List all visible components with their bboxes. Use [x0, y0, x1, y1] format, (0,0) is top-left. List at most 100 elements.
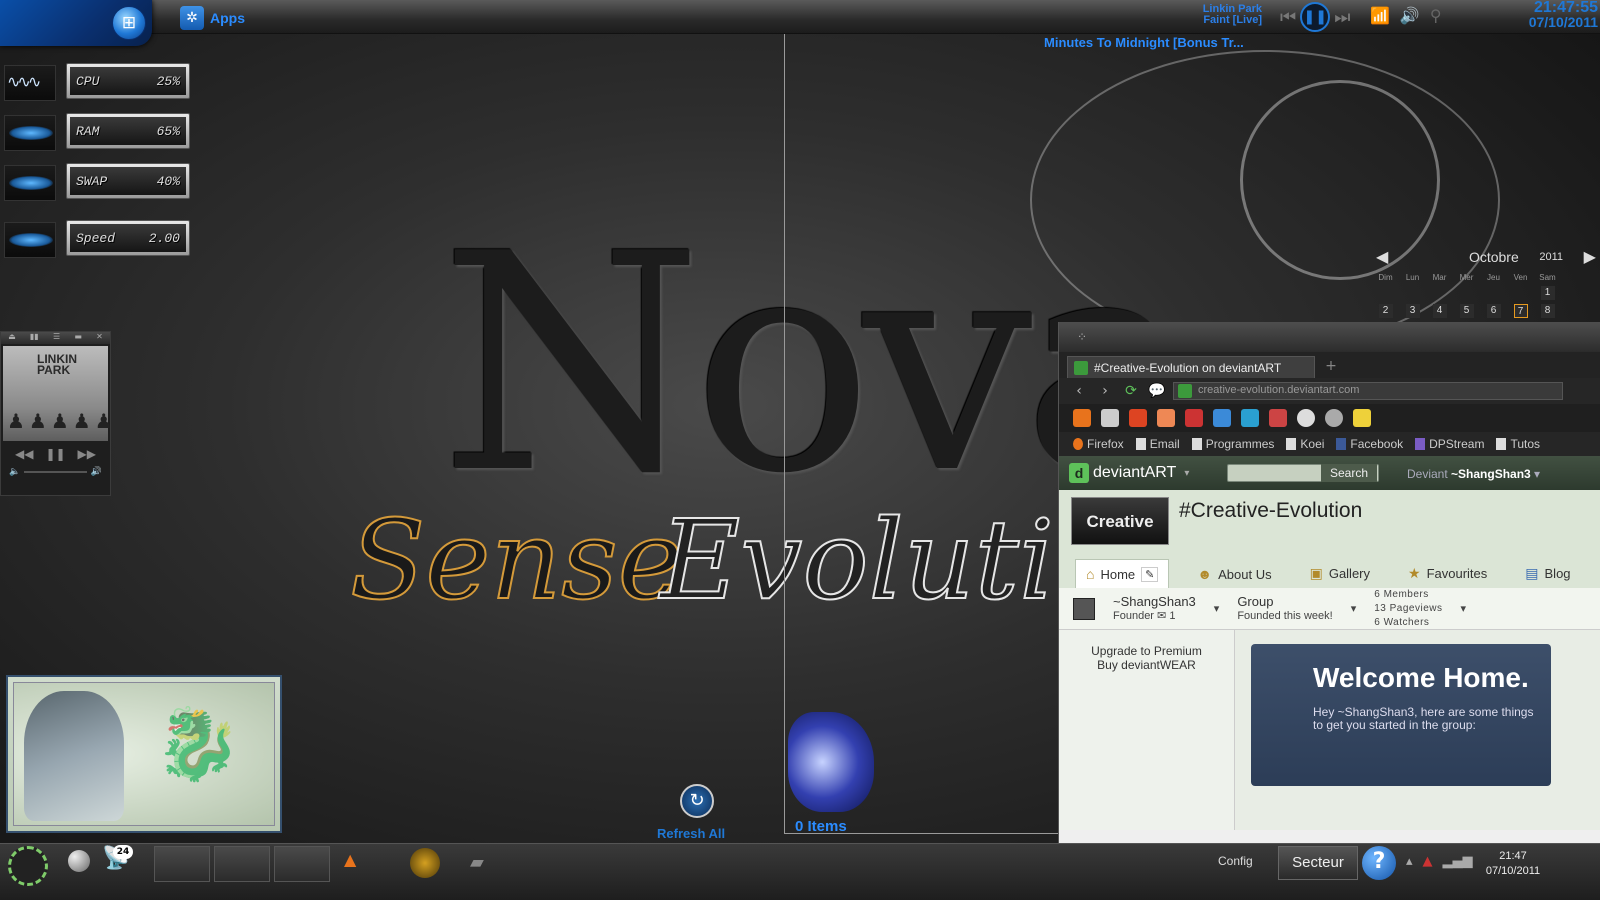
- chat-icon[interactable]: 💬: [1147, 383, 1167, 399]
- eject-icon[interactable]: ⏏: [8, 332, 16, 344]
- refresh-icon[interactable]: ↻: [680, 784, 714, 818]
- window-preview-thumbnail[interactable]: 🐉: [6, 675, 282, 833]
- browser-titlebar[interactable]: ⁘: [1059, 322, 1600, 352]
- tab-blog[interactable]: ▤ Blog: [1515, 559, 1580, 588]
- search-button[interactable]: Search: [1321, 464, 1377, 482]
- minimize-icon[interactable]: ▬: [74, 332, 82, 344]
- user-menu[interactable]: Deviant ~ShangShan3 ▾: [1407, 467, 1540, 481]
- edit-pencil-icon[interactable]: ✎: [1141, 566, 1159, 582]
- bookmark-icon[interactable]: [1185, 409, 1203, 427]
- chevron-down-icon[interactable]: ▾: [1461, 602, 1467, 615]
- avatar[interactable]: [1073, 597, 1095, 620]
- recycle-bin-label[interactable]: 0 Items: [795, 818, 847, 835]
- forward-icon[interactable]: ›: [1095, 383, 1115, 399]
- taskbar-firefox-group[interactable]: [154, 846, 210, 882]
- top-clock-date: 07/10/2011: [1528, 14, 1598, 30]
- config-button[interactable]: Config: [1218, 854, 1253, 868]
- taskbar-clock[interactable]: 21:47 07/10/2011: [1478, 849, 1548, 879]
- deviantart-logo[interactable]: d deviantART: [1069, 463, 1176, 483]
- windows-logo-icon[interactable]: ⊞: [112, 6, 146, 40]
- adblock-icon[interactable]: [1129, 409, 1147, 427]
- calendar-day[interactable]: 3: [1405, 304, 1420, 318]
- pause-button[interactable]: ❚❚: [1300, 2, 1331, 32]
- forward-icon[interactable]: ▶▶: [78, 447, 96, 461]
- now-playing-song: Faint [Live]: [1203, 14, 1262, 26]
- previous-track-icon[interactable]: ⏮: [1280, 7, 1296, 28]
- rss-feed-icon[interactable]: [1101, 409, 1119, 427]
- usb-icon[interactable]: ⚲: [1430, 6, 1442, 25]
- taskbar-tools-group[interactable]: [274, 846, 330, 882]
- palette-icon[interactable]: [1297, 409, 1315, 427]
- bookmark-tutos[interactable]: Tutos: [1496, 437, 1540, 451]
- orb-icon[interactable]: [68, 850, 90, 872]
- chevron-down-icon[interactable]: ▾: [1184, 468, 1189, 479]
- tab-gallery[interactable]: ▣ Gallery: [1300, 559, 1380, 588]
- rss-icon[interactable]: [1073, 409, 1091, 427]
- calendar-day[interactable]: 2: [1378, 304, 1393, 318]
- recycle-bin-icon[interactable]: [788, 712, 874, 812]
- upgrade-premium-link[interactable]: Upgrade to Premium: [1059, 644, 1234, 658]
- vlc-icon[interactable]: ▲: [344, 850, 356, 886]
- url-bar[interactable]: creative-evolution.deviantart.com: [1173, 382, 1563, 400]
- bookmark-facebook[interactable]: Facebook: [1336, 437, 1403, 451]
- apps-button[interactable]: ✲ Apps: [180, 5, 245, 31]
- calendar-day[interactable]: 4: [1432, 304, 1447, 318]
- group-logo[interactable]: Creative: [1071, 497, 1169, 545]
- group-header: Creative #Creative-Evolution: [1059, 490, 1600, 552]
- refresh-all-label[interactable]: Refresh All: [657, 826, 725, 841]
- chevron-down-icon[interactable]: ▾: [1214, 602, 1220, 615]
- addon-icon[interactable]: [1325, 409, 1343, 427]
- volume-icon[interactable]: 🔊: [1400, 6, 1420, 25]
- tab-creative-evolution[interactable]: #Creative-Evolution on deviantART: [1067, 356, 1315, 378]
- calendar-prev-icon[interactable]: ◀: [1376, 247, 1388, 267]
- welcome-title: Welcome Home.: [1313, 662, 1529, 693]
- download-icon[interactable]: [1269, 409, 1287, 427]
- buy-deviantwear-link[interactable]: Buy deviantWEAR: [1059, 658, 1234, 672]
- calendar-day[interactable]: 8: [1540, 304, 1555, 318]
- extension-icon[interactable]: [1353, 409, 1371, 427]
- tab-home[interactable]: ⌂ Home ✎: [1075, 559, 1170, 588]
- new-tab-button[interactable]: +: [1319, 358, 1343, 378]
- tab-favourites[interactable]: ★ Favourites: [1398, 559, 1497, 588]
- bookmark-programmes[interactable]: Programmes: [1191, 437, 1274, 451]
- help-icon[interactable]: ?: [1362, 846, 1396, 880]
- bookmark-dpstream[interactable]: DPStream: [1415, 437, 1484, 451]
- back-icon[interactable]: ‹: [1069, 383, 1089, 399]
- bookmark-koei[interactable]: Koei: [1286, 437, 1324, 451]
- calendar-day[interactable]: 6: [1486, 304, 1501, 318]
- mail-icon[interactable]: [1157, 409, 1175, 427]
- taskbar-explorer-group[interactable]: [214, 846, 270, 882]
- tab-about-us[interactable]: ☻ About Us: [1187, 560, 1281, 588]
- calendar-day[interactable]: 7: [1513, 304, 1528, 318]
- calendar-day[interactable]: 1: [1540, 286, 1555, 300]
- grip-icon[interactable]: ⁘: [1077, 330, 1087, 344]
- next-track-icon[interactable]: ⏭: [1334, 7, 1350, 28]
- close-icon[interactable]: ✕: [96, 332, 103, 344]
- wifi-icon[interactable]: 📶: [1370, 6, 1390, 25]
- rewind-icon[interactable]: ◀◀: [15, 447, 33, 461]
- reload-icon[interactable]: ⟳: [1121, 383, 1141, 399]
- calendar-next-icon[interactable]: ▶: [1584, 247, 1596, 267]
- folder-icon[interactable]: ▰: [470, 852, 484, 888]
- volume-slider[interactable]: 🔈 🔊: [1, 465, 110, 479]
- warrior-figure: [24, 691, 124, 821]
- menu-icon[interactable]: ☰: [53, 332, 60, 344]
- start-button[interactable]: [8, 846, 48, 886]
- bookmark-email[interactable]: Email: [1135, 437, 1180, 451]
- signal-icon[interactable]: ▂▄▆: [1443, 854, 1473, 869]
- pause-icon[interactable]: ❚❚: [45, 447, 65, 461]
- screen-icon[interactable]: [1241, 409, 1259, 427]
- messenger-icon[interactable]: [1213, 409, 1231, 427]
- desktop-frame: [784, 10, 1074, 834]
- chevron-down-icon[interactable]: ▾: [1351, 602, 1357, 615]
- speed-meter: Speed 2.00: [4, 220, 194, 260]
- secteur-button[interactable]: Secteur: [1278, 846, 1358, 880]
- calendar-day[interactable]: 5: [1459, 304, 1474, 318]
- envelope-icon[interactable]: ✉: [1157, 610, 1166, 622]
- bookmark-firefox[interactable]: Firefox: [1073, 437, 1124, 451]
- game-icon[interactable]: [410, 848, 440, 878]
- antivirus-icon[interactable]: ▲: [1423, 854, 1433, 869]
- equalizer-icon[interactable]: ▮▮: [30, 332, 39, 344]
- show-hidden-icons-icon[interactable]: ▴: [1406, 854, 1413, 869]
- left-sidebar: Upgrade to Premium Buy deviantWEAR: [1059, 630, 1235, 830]
